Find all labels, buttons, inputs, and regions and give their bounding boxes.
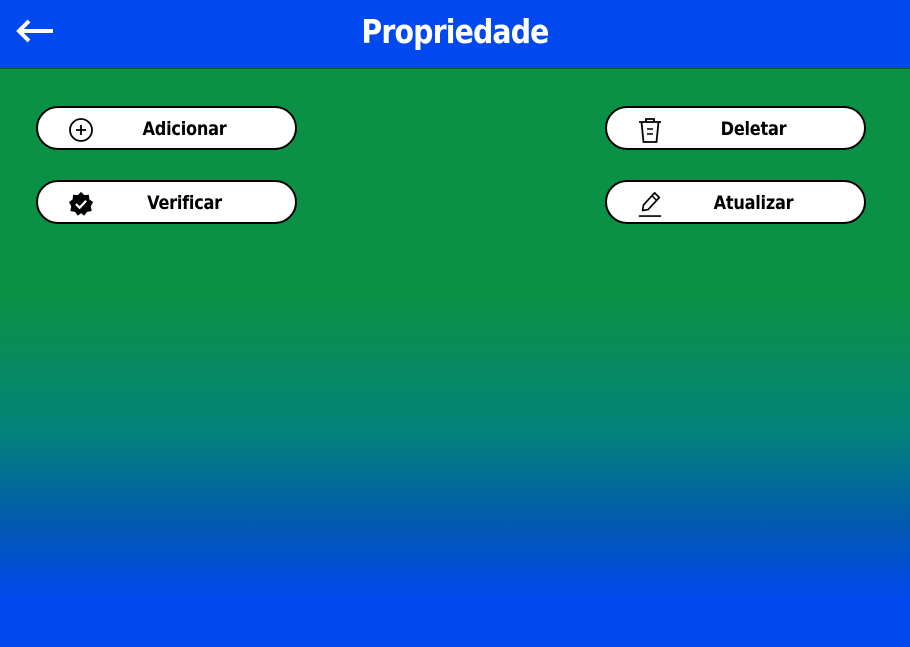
verify-button[interactable]: Verificar <box>36 180 297 224</box>
arrow-left-icon <box>15 19 55 47</box>
add-button-label: Adicionar <box>142 118 227 140</box>
update-button-label: Atualizar <box>713 192 794 214</box>
delete-button[interactable]: Deletar <box>605 106 866 150</box>
pencil-icon <box>637 191 663 217</box>
add-button[interactable]: Adicionar <box>36 106 297 150</box>
trash-icon <box>637 117 663 143</box>
back-button[interactable] <box>12 16 58 50</box>
plus-circle-icon <box>68 117 94 143</box>
update-button[interactable]: Atualizar <box>605 180 866 224</box>
verified-badge-icon <box>68 191 94 217</box>
app-header: Propriedade <box>0 0 910 69</box>
delete-button-label: Deletar <box>720 118 787 140</box>
page-title: Propriedade <box>361 12 549 51</box>
verify-button-label: Verificar <box>147 192 222 214</box>
